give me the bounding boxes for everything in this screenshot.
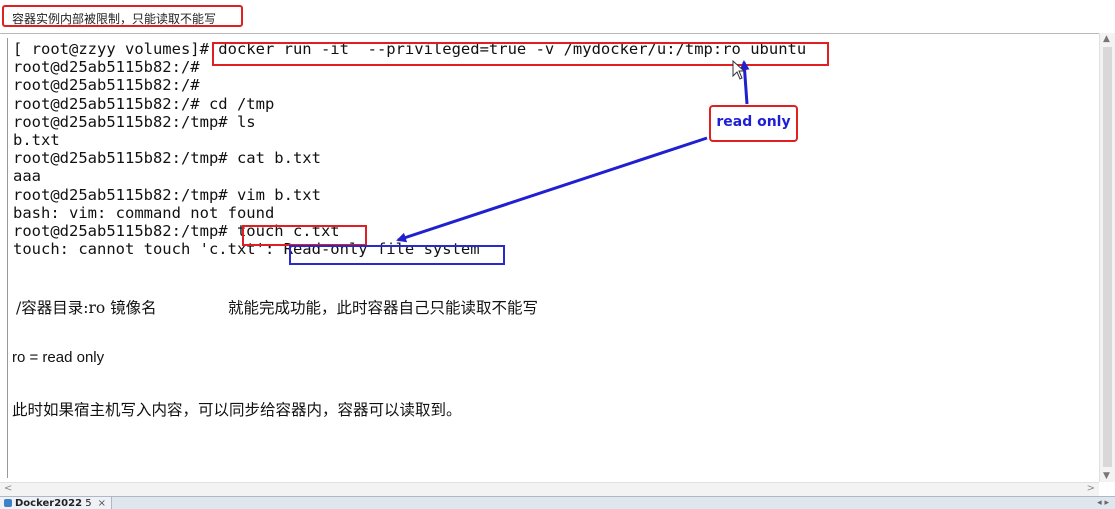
scroll-right-icon[interactable]: > xyxy=(1087,483,1095,494)
terminal-screenshot: [ root@zzyy volumes]# docker run -it --p… xyxy=(13,40,806,258)
terminal-line: root@d25ab5115b82:/tmp# ls xyxy=(13,112,256,131)
read-only-error-highlight xyxy=(289,245,505,265)
note-line-1-left: /容器目录:ro 镜像名 xyxy=(16,299,157,317)
document-tab-label: Docker2022 xyxy=(15,498,83,509)
terminal-line: root@d25ab5115b82:/tmp# touch c.txt xyxy=(13,221,340,240)
touch-command-highlight xyxy=(242,225,367,246)
note-line-2: ro = read only xyxy=(12,349,105,366)
document-tab[interactable]: Docker2022 5 × xyxy=(0,497,112,509)
terminal-line: root@d25ab5115b82:/tmp# vim b.txt xyxy=(13,185,321,204)
read-only-callout: read only xyxy=(709,105,798,142)
vertical-scroll-thumb[interactable] xyxy=(1103,47,1112,467)
close-icon[interactable]: × xyxy=(98,498,106,509)
bottom-tab-bar: Docker2022 5 × ◂ ▸ xyxy=(0,496,1115,509)
scroll-down-icon[interactable]: ▼ xyxy=(1103,471,1110,481)
terminal-line: root@d25ab5115b82:/# xyxy=(13,76,200,95)
terminal-line: aaa xyxy=(13,167,41,186)
horizontal-scrollbar[interactable]: < > xyxy=(0,482,1099,496)
scroll-up-icon[interactable]: ▲ xyxy=(1103,34,1110,44)
note-line-3: 此时如果宿主机写入内容，可以同步给容器内，容器可以读取到。 xyxy=(12,401,462,419)
terminal-line: root@d25ab5115b82:/# cd /tmp xyxy=(13,94,275,113)
document-tab-suffix: 5 xyxy=(85,498,92,509)
terminal-line: root@d25ab5115b82:/tmp# cat b.txt xyxy=(13,149,321,168)
tab-scroll-icon[interactable]: ◂ ▸ xyxy=(1097,497,1109,509)
note-line-1-right: 就能完成功能，此时容器自己只能读取不能写 xyxy=(228,299,539,317)
top-annotation-note: 容器实例内部被限制，只能读取不能写 xyxy=(2,5,243,27)
terminal-line: b.txt xyxy=(13,130,60,149)
scroll-left-icon[interactable]: < xyxy=(4,483,12,494)
mouse-pointer-icon xyxy=(732,60,746,80)
terminal-line: bash: vim: command not found xyxy=(13,203,275,222)
vertical-scrollbar[interactable]: ▲ ▼ xyxy=(1099,33,1115,482)
document-icon xyxy=(4,499,12,507)
